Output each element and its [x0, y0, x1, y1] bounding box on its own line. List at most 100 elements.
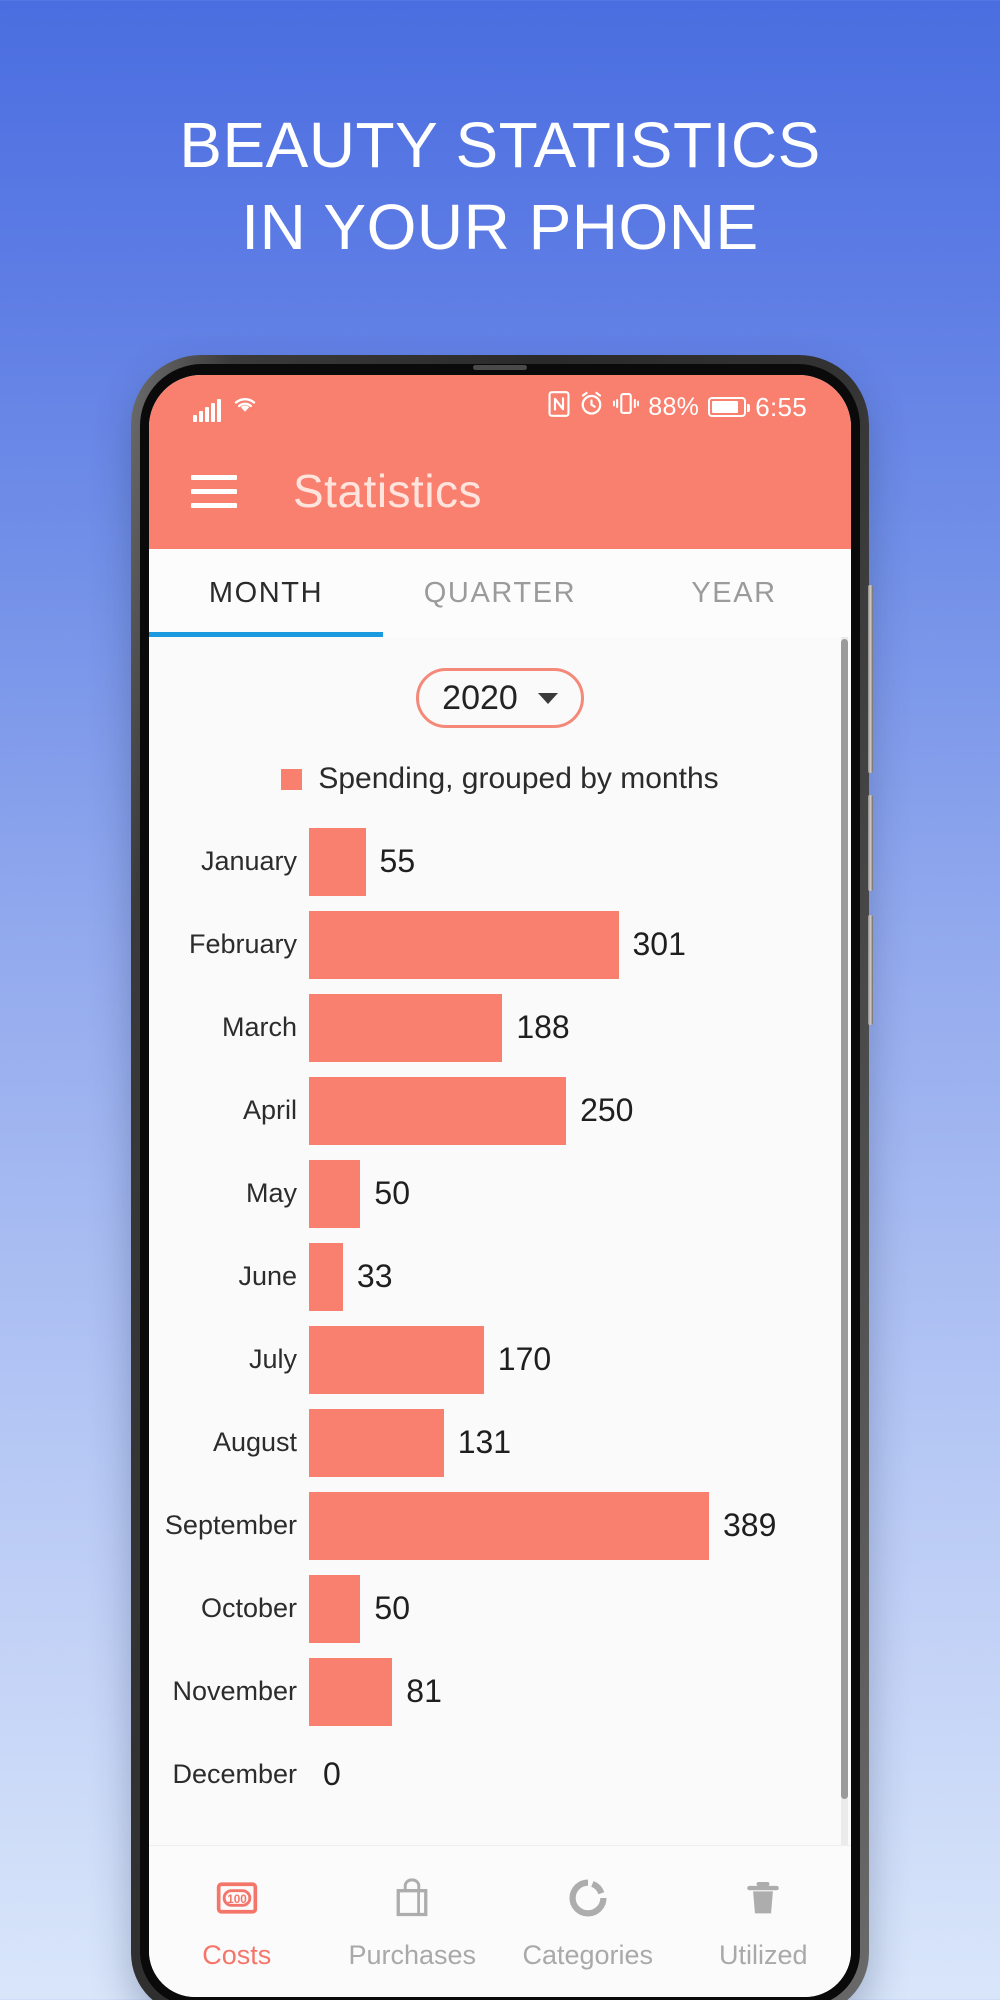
- period-tabs: MONTH QUARTER YEAR: [149, 549, 851, 637]
- headline-line-1: BEAUTY STATISTICS: [179, 109, 821, 181]
- chart-bar: [309, 1325, 484, 1394]
- chart-category-label: January: [200, 846, 297, 876]
- chart-value-label: 81: [406, 1673, 442, 1709]
- phone-bezel: 88% 6:55 Statistics MONTH QUARTER YEAR 2…: [140, 364, 860, 2000]
- legend-color-swatch: [281, 768, 303, 790]
- chart-bar: [309, 1159, 361, 1228]
- tab-quarter-label: QUARTER: [423, 576, 577, 609]
- tab-quarter[interactable]: QUARTER: [383, 549, 617, 637]
- nav-item-utilized[interactable]: Utilized: [676, 1873, 852, 1971]
- chart-bar: [309, 993, 503, 1062]
- chart-value-label: 188: [516, 1009, 570, 1045]
- status-bar-right: 88% 6:55: [548, 390, 807, 424]
- chart-bar-row: March 188: [149, 986, 851, 1069]
- chart-category-label: March: [221, 1012, 297, 1042]
- hamburger-menu-icon[interactable]: [191, 474, 237, 508]
- chart-value-label: 389: [723, 1507, 777, 1543]
- statistics-content: 2020 Spending, grouped by months January…: [149, 637, 851, 1845]
- chart-bar: [309, 1242, 343, 1311]
- chart-value-label: 170: [497, 1341, 552, 1377]
- chart-bar-track: 188: [309, 986, 851, 1069]
- tab-year-label: YEAR: [691, 576, 777, 609]
- nav-item-purchases-label: Purchases: [348, 1939, 477, 1970]
- chart-category-label: June: [238, 1261, 297, 1291]
- chart-category-label: April: [242, 1095, 297, 1125]
- chart-bar-row: June 33: [149, 1235, 851, 1318]
- chart-bar-row: December 0: [149, 1733, 851, 1816]
- battery-percent: 88%: [648, 392, 700, 421]
- tab-month[interactable]: MONTH: [149, 549, 383, 637]
- tab-year[interactable]: YEAR: [617, 549, 851, 637]
- chart-value-label: 131: [457, 1424, 512, 1460]
- chart-bar-row: April 250: [149, 1069, 851, 1152]
- shopping-bag-icon: [387, 1873, 437, 1923]
- chart-bar: [309, 1076, 567, 1145]
- chart-bar-track: 0: [309, 1733, 851, 1816]
- volume-down-button[interactable]: [868, 795, 873, 891]
- chart-bar-track: 131: [309, 1401, 851, 1484]
- banknote-100-icon: 100: [212, 1873, 262, 1923]
- promo-headline: BEAUTY STATISTICS IN YOUR PHONE: [0, 104, 1000, 268]
- chart-bar-row: September 389: [149, 1484, 851, 1567]
- chart-legend: Spending, grouped by months: [149, 762, 851, 796]
- chart-bar-track: 250: [309, 1069, 851, 1152]
- alarm-clock-icon: [579, 391, 604, 423]
- nav-item-costs[interactable]: 100 Costs: [149, 1873, 325, 1971]
- chart-value-label: 55: [379, 843, 416, 879]
- chart-bar-track: 301: [309, 903, 851, 986]
- phone-screen: 88% 6:55 Statistics MONTH QUARTER YEAR 2…: [149, 375, 851, 1997]
- status-bar-left: [193, 392, 260, 422]
- chart-value-label: 50: [374, 1175, 410, 1211]
- chart-value-label: 0: [323, 1756, 341, 1792]
- chart-bar: [309, 910, 619, 979]
- trash-can-icon: [738, 1873, 788, 1923]
- nav-item-categories-label: Categories: [522, 1939, 654, 1970]
- headline-line-2: IN YOUR PHONE: [241, 191, 759, 263]
- vibrate-icon: [613, 391, 640, 423]
- battery-icon: [708, 397, 751, 417]
- chart-category-label: August: [212, 1427, 297, 1457]
- chart-bar-track: 81: [309, 1650, 851, 1733]
- chart-category-label: October: [200, 1593, 297, 1623]
- nav-item-purchases[interactable]: Purchases: [325, 1873, 501, 1971]
- page-title: Statistics: [293, 465, 483, 517]
- legend-label: Spending, grouped by months: [318, 762, 719, 795]
- chart-bar-row: August 131: [149, 1401, 851, 1484]
- nav-item-categories[interactable]: Categories: [500, 1873, 676, 1971]
- chart-category-label: May: [245, 1178, 297, 1208]
- power-button[interactable]: [868, 915, 873, 1025]
- svg-text:100: 100: [227, 1892, 247, 1905]
- chart-bar: [309, 827, 366, 896]
- chart-bar: [309, 1574, 361, 1643]
- spending-bar-chart: January 55 February 301 March 188 April 250 May 5…: [149, 820, 851, 1816]
- chart-bar-row: January 55: [149, 820, 851, 903]
- phone-mockup: 88% 6:55 Statistics MONTH QUARTER YEAR 2…: [131, 355, 873, 2000]
- nav-item-utilized-label: Utilized: [718, 1939, 808, 1970]
- year-selector[interactable]: 2020: [416, 668, 584, 728]
- chart-bar-row: July 170: [149, 1318, 851, 1401]
- content-scrollbar[interactable]: [841, 637, 848, 1845]
- chart-bar: [309, 1491, 709, 1560]
- chart-category-label: July: [248, 1344, 297, 1374]
- tab-month-label: MONTH: [208, 576, 324, 609]
- chart-value-label: 50: [374, 1590, 410, 1626]
- nfc-icon: [548, 390, 570, 424]
- chart-value-label: 33: [356, 1258, 393, 1294]
- year-selector-value: 2020: [442, 678, 518, 717]
- bottom-navigation: 100 Costs Purchases Categories Utilized: [149, 1845, 851, 1997]
- chart-value-label: 250: [580, 1092, 634, 1128]
- donut-chart-icon: [563, 1873, 613, 1923]
- app-bar: Statistics: [149, 433, 851, 549]
- chart-category-label: February: [188, 929, 297, 959]
- chart-bar-track: 55: [309, 820, 851, 903]
- signal-bars-icon: [193, 399, 221, 422]
- chart-category-label: September: [164, 1510, 297, 1540]
- chart-value-label: 301: [632, 926, 686, 962]
- chart-bar-track: 170: [309, 1318, 851, 1401]
- volume-up-button[interactable]: [868, 585, 873, 773]
- chart-bar-row: November 81: [149, 1650, 851, 1733]
- chevron-down-icon: [537, 692, 558, 704]
- chart-bar-track: 50: [309, 1152, 851, 1235]
- chart-bar-track: 389: [309, 1484, 851, 1567]
- wifi-icon: [230, 392, 260, 422]
